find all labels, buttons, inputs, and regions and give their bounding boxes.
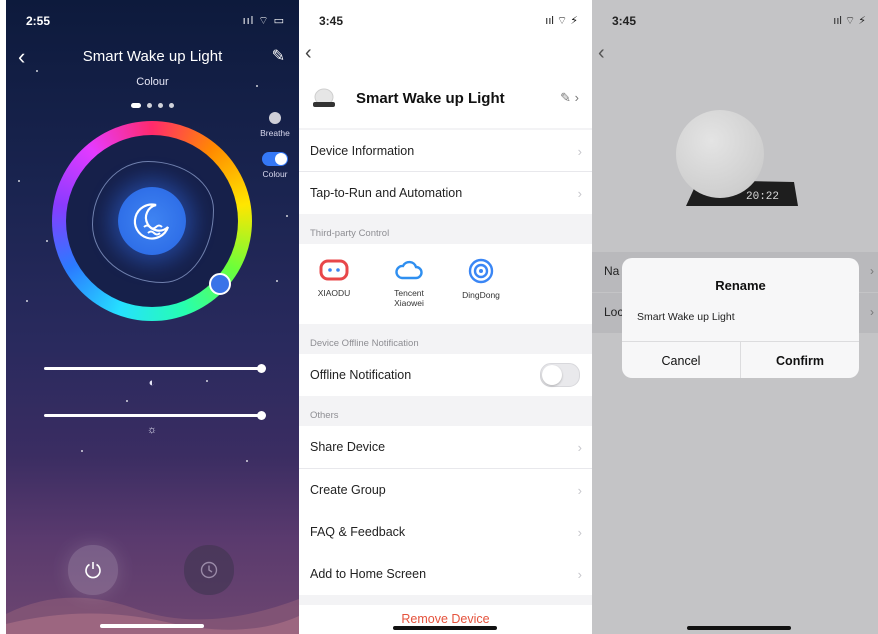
home-indicator bbox=[393, 626, 497, 630]
power-button[interactable] bbox=[68, 545, 118, 595]
menu-share-device[interactable]: Share Device › bbox=[299, 426, 592, 468]
page-dot[interactable] bbox=[169, 103, 174, 108]
menu-label: Device Information bbox=[310, 144, 415, 158]
location-row-label: Loc bbox=[604, 305, 624, 319]
chevron-right-icon: › bbox=[870, 305, 874, 319]
app-label: XIAODU bbox=[317, 288, 351, 298]
menu-faq-feedback[interactable]: FAQ & Feedback › bbox=[299, 511, 592, 553]
rename-dialog: Rename Smart Wake up Light Cancel Confir… bbox=[622, 258, 859, 378]
menu-add-to-home-screen[interactable]: Add to Home Screen › bbox=[299, 553, 592, 595]
pencil-icon[interactable]: ✎ bbox=[272, 46, 285, 66]
xiaodu-icon bbox=[319, 259, 349, 281]
page-dot-active[interactable] bbox=[131, 103, 141, 108]
section-header-offline: Device Offline Notification bbox=[310, 338, 419, 349]
status-time: 2:55 bbox=[26, 14, 51, 28]
app-label: DingDong bbox=[462, 290, 500, 300]
back-chevron-icon[interactable]: ‹ bbox=[305, 42, 312, 65]
section-header-others: Others bbox=[310, 410, 339, 421]
menu-label: Share Device bbox=[310, 440, 386, 454]
status-time: 3:45 bbox=[319, 14, 344, 28]
third-party-tencent-xiaowei[interactable]: Tencent Xiaowei bbox=[379, 258, 439, 308]
third-party-xiaodu[interactable]: XIAODU bbox=[304, 258, 364, 298]
dialog-title: Rename bbox=[715, 278, 766, 293]
contrast-slider[interactable] bbox=[44, 364, 266, 373]
colour-toggle[interactable]: Colour bbox=[257, 152, 293, 179]
slider-knob[interactable] bbox=[257, 364, 266, 373]
device-name: Smart Wake up Light bbox=[356, 90, 505, 107]
color-wheel[interactable] bbox=[52, 121, 252, 321]
device-settings-screen: 3:45 ııl ⌔ ⚡ ‹ Smart Wake up Light ✎ › D… bbox=[299, 0, 592, 634]
breathe-toggle[interactable]: Breathe bbox=[257, 112, 293, 138]
lamp-globe-image bbox=[676, 110, 764, 198]
chevron-right-icon: › bbox=[577, 439, 582, 455]
timer-button[interactable] bbox=[184, 545, 234, 595]
app-label: Tencent Xiaowei bbox=[394, 288, 424, 308]
rename-dialog-screen: 3:45 ııl ⌔ ⚡ ‹ 20:22 Na t › Loc › Rename… bbox=[592, 0, 878, 634]
clock-readout: 20:22 bbox=[746, 191, 779, 203]
home-indicator bbox=[100, 624, 204, 628]
scene-button[interactable] bbox=[118, 187, 186, 255]
menu-create-group[interactable]: Create Group › bbox=[299, 469, 592, 511]
menu-label: FAQ & Feedback bbox=[310, 525, 406, 539]
colour-label: Colour bbox=[262, 169, 288, 179]
page-dot[interactable] bbox=[158, 103, 163, 108]
remove-device-button[interactable]: Remove Device bbox=[299, 612, 592, 626]
status-indicators: ııl ⌔ ⚡ bbox=[833, 15, 866, 27]
page-title: Smart Wake up Light bbox=[82, 48, 223, 65]
name-row-label: Na bbox=[604, 264, 620, 278]
confirm-button[interactable]: Confirm bbox=[741, 354, 859, 368]
breathe-label: Breathe bbox=[260, 128, 290, 138]
status-indicators: ııl ⌔ ⚡ bbox=[545, 15, 578, 27]
chevron-right-icon: › bbox=[577, 482, 582, 498]
dingdong-icon bbox=[468, 258, 494, 284]
menu-device-information[interactable]: Device Information › bbox=[299, 130, 592, 172]
brightness-slider[interactable] bbox=[44, 411, 266, 420]
third-party-list: XIAODU Tencent Xiaowei DingDong bbox=[299, 244, 592, 324]
edit-name-icon[interactable]: ✎ › bbox=[560, 90, 579, 106]
breathe-radio[interactable] bbox=[269, 112, 281, 124]
offline-notification-toggle[interactable] bbox=[540, 363, 580, 387]
rename-input[interactable]: Smart Wake up Light bbox=[637, 311, 735, 323]
menu-label: Tap-to-Run and Automation bbox=[310, 186, 463, 200]
cancel-button[interactable]: Cancel bbox=[622, 354, 740, 368]
page-indicator[interactable] bbox=[6, 95, 299, 113]
back-chevron-icon[interactable]: ‹ bbox=[598, 42, 605, 65]
color-picker-handle[interactable] bbox=[209, 273, 231, 295]
chevron-right-icon: › bbox=[870, 264, 874, 278]
chevron-right-icon: › bbox=[577, 566, 582, 582]
menu-tap-to-run[interactable]: Tap-to-Run and Automation › bbox=[299, 172, 592, 214]
third-party-dingdong[interactable]: DingDong bbox=[451, 258, 511, 300]
offline-notification-row: Offline Notification bbox=[299, 354, 592, 396]
mode-label: Colour bbox=[136, 76, 169, 88]
menu-label: Create Group bbox=[310, 483, 386, 497]
home-indicator bbox=[687, 626, 791, 630]
status-time: 3:45 bbox=[612, 14, 637, 28]
cloud-icon bbox=[395, 260, 423, 280]
moon-waves-icon bbox=[133, 203, 170, 240]
slider-knob[interactable] bbox=[257, 411, 266, 420]
offline-notification-label: Offline Notification bbox=[310, 368, 412, 382]
nav-bar bbox=[299, 0, 592, 78]
chevron-right-icon: › bbox=[577, 524, 582, 540]
chevron-right-icon: › bbox=[577, 143, 582, 159]
contrast-icon: ◐ bbox=[148, 377, 156, 389]
menu-label: Add to Home Screen bbox=[310, 567, 427, 581]
colour-switch[interactable] bbox=[262, 152, 288, 166]
power-icon bbox=[85, 562, 101, 579]
device-header[interactable]: Smart Wake up Light ✎ › bbox=[299, 78, 592, 128]
sun-icon: ☼ bbox=[146, 424, 158, 436]
page-dot[interactable] bbox=[147, 103, 152, 108]
clock-icon bbox=[200, 561, 218, 579]
section-header-third-party: Third-party Control bbox=[310, 228, 390, 239]
chevron-right-icon: › bbox=[577, 185, 582, 201]
color-control-screen: 2:55 ııl ⌔ ▭ ‹ Smart Wake up Light ✎ Col… bbox=[6, 0, 299, 634]
lamp-thumbnail-icon bbox=[313, 88, 335, 107]
status-indicators: ııl ⌔ ▭ bbox=[242, 15, 285, 27]
